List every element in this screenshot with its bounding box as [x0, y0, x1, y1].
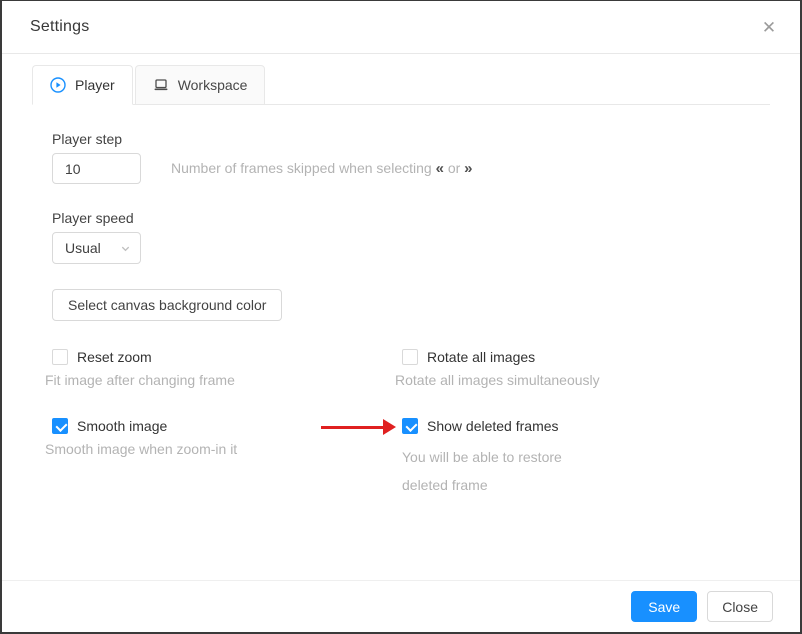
player-speed-label: Player speed [52, 210, 770, 226]
reset-zoom-label[interactable]: Reset zoom [77, 349, 152, 365]
show-deleted-checkbox[interactable] [402, 418, 418, 434]
close-icon[interactable]: ✕ [752, 11, 786, 45]
select-canvas-background-button[interactable]: Select canvas background color [52, 289, 282, 321]
smooth-image-hint: Smooth image when zoom-in it [45, 441, 402, 457]
options-grid: Reset zoom Fit image after changing fram… [52, 349, 770, 499]
smooth-image-checkbox-row[interactable]: Smooth image [52, 418, 402, 434]
play-circle-icon [50, 77, 66, 93]
player-step-hint: Number of frames skipped when selecting … [171, 160, 473, 177]
chevron-down-icon [120, 243, 131, 254]
save-button[interactable]: Save [631, 591, 697, 622]
modal-header: Settings ✕ [2, 1, 800, 54]
show-deleted-checkbox-row[interactable]: Show deleted frames [402, 418, 770, 434]
rotate-all-hint: Rotate all images simultaneously [395, 372, 770, 388]
modal-body: Player Workspace Player step Number of f… [2, 54, 800, 580]
rotate-all-label[interactable]: Rotate all images [427, 349, 535, 365]
tab-workspace-label: Workspace [178, 77, 248, 93]
skip-forward-icon: » [464, 160, 472, 177]
reset-zoom-checkbox[interactable] [52, 349, 68, 365]
tab-bar: Player Workspace [32, 65, 770, 105]
player-speed-select[interactable]: Usual [52, 232, 141, 264]
tab-player[interactable]: Player [32, 65, 133, 105]
settings-modal: Settings ✕ Player [0, 0, 802, 634]
player-speed-value: Usual [65, 240, 101, 256]
smooth-image-checkbox[interactable] [52, 418, 68, 434]
tab-player-label: Player [75, 77, 115, 93]
smooth-image-label[interactable]: Smooth image [77, 418, 167, 434]
page-title: Settings [30, 18, 89, 36]
option-rotate-all: Rotate all images Rotate all images simu… [402, 349, 770, 388]
reset-zoom-hint: Fit image after changing frame [45, 372, 402, 388]
show-deleted-hint: You will be able to restore deleted fram… [402, 443, 587, 499]
skip-backward-icon: « [436, 160, 444, 177]
player-step-label: Player step [52, 131, 770, 147]
reset-zoom-checkbox-row[interactable]: Reset zoom [52, 349, 402, 365]
laptop-icon [153, 77, 169, 93]
option-reset-zoom: Reset zoom Fit image after changing fram… [52, 349, 402, 388]
option-show-deleted: Show deleted frames You will be able to … [402, 418, 770, 499]
modal-footer: Save Close [2, 580, 800, 632]
tab-workspace[interactable]: Workspace [135, 65, 266, 105]
option-smooth-image: Smooth image Smooth image when zoom-in i… [52, 418, 402, 499]
player-step-input[interactable] [52, 153, 141, 184]
player-settings-form: Player step Number of frames skipped whe… [32, 131, 770, 499]
rotate-all-checkbox-row[interactable]: Rotate all images [402, 349, 770, 365]
close-button[interactable]: Close [707, 591, 773, 622]
rotate-all-checkbox[interactable] [402, 349, 418, 365]
show-deleted-label[interactable]: Show deleted frames [427, 418, 559, 434]
